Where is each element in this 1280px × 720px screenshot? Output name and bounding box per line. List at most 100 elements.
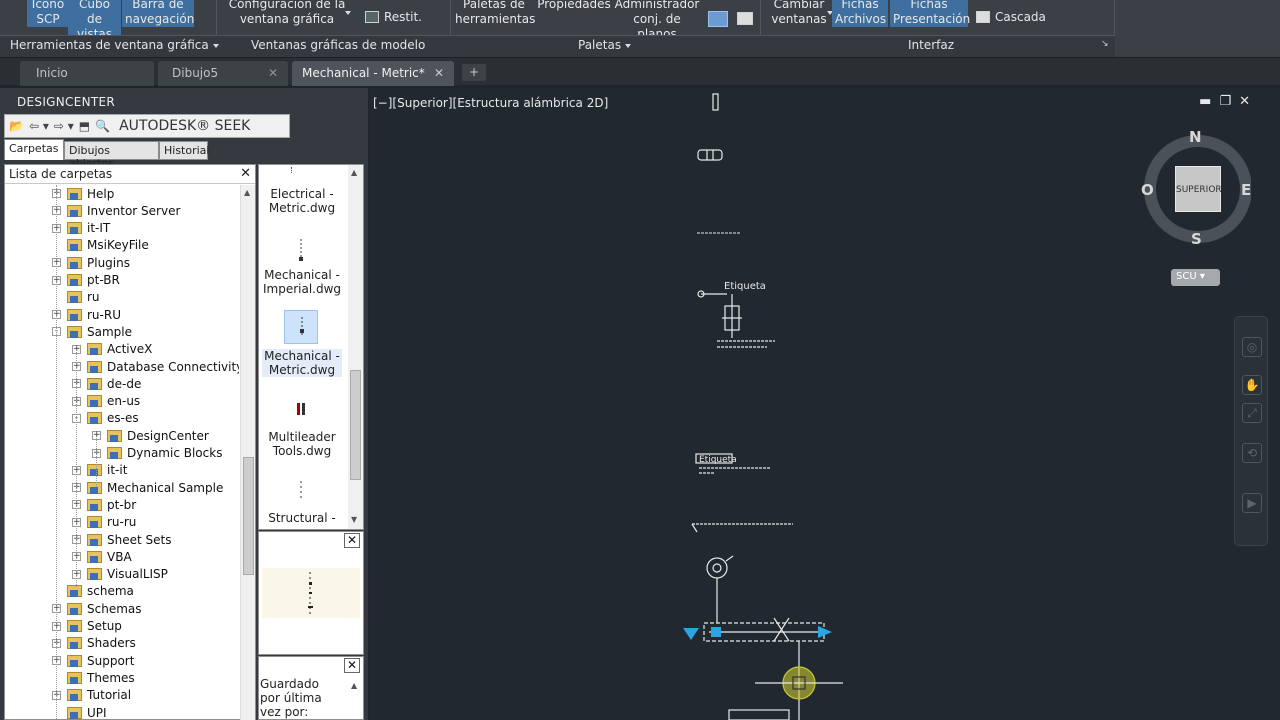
close-icon[interactable]: ✕ [268,66,278,80]
file-item[interactable]: Multileader Tools.dwg [262,430,342,458]
tree-item[interactable]: + it-IT [52,220,110,237]
orbit-icon[interactable]: ⟲ [1242,443,1262,463]
file-thumb-icon[interactable] [284,310,318,344]
navbar-button[interactable]: Barra de navegación [122,0,194,27]
up-folder-icon[interactable]: ⬒ [79,119,90,133]
file-tab-dibujo5[interactable]: Dibujo5 ✕ [158,61,288,86]
tree-item[interactable]: Themes [52,669,135,686]
tree-item[interactable]: + Mechanical Sample [72,479,223,496]
file-thumb-icon[interactable] [284,395,318,429]
zoom-icon[interactable]: ⤢ [1242,403,1262,423]
tree-item[interactable]: + Schemas [52,600,142,617]
tree-item[interactable]: + ActiveX [72,341,152,358]
tool-palettes-button[interactable]: Paletas de herramientas [455,0,535,27]
tree-item[interactable]: + Plugins [52,254,130,271]
tree-item[interactable]: + Tutorial [52,687,131,704]
cascade-button[interactable]: Cascada [976,10,1046,24]
grid-palette-icon[interactable] [708,11,728,27]
compass-east[interactable]: E [1241,181,1251,199]
file-tab-inicio[interactable]: Inicio [20,61,154,86]
viewport-config-caret[interactable] [345,11,351,15]
file-thumb-icon[interactable] [284,475,318,509]
tab-folders[interactable]: Carpetas [4,139,64,160]
close-icon[interactable]: ✕ [434,66,444,80]
tree-item[interactable]: MsiKeyFile [52,237,149,254]
tree-item[interactable]: + Inventor Server [52,202,180,219]
close-icon[interactable]: ✕ [344,658,360,673]
close-icon[interactable]: ✕ [344,533,360,548]
layout-tabs-button[interactable]: Fichas Presentación [890,0,970,27]
properties-button[interactable]: Propiedades [536,0,612,12]
content-pane: Electrical - Metric.dwg Mechanical - Imp… [258,164,364,530]
tree-item[interactable]: + de-de [72,375,141,392]
pan-icon[interactable]: ✋ [1242,375,1262,395]
steering-wheel-icon[interactable]: ◎ [1242,337,1262,357]
tree-item[interactable]: + Database Connectivity [72,358,239,375]
viewcube-face-top[interactable]: SUPERIOR [1175,166,1222,212]
folder-scrollbar[interactable]: ▲ [240,185,255,720]
viewcube[interactable]: N S E O SUPERIOR [1141,128,1251,248]
load-folder-icon[interactable]: 📂 [9,119,24,133]
restore-button[interactable]: Restit. [365,10,422,24]
panel-title-palettes[interactable]: Paletas [578,38,632,52]
tree-item[interactable]: schema [52,583,134,600]
tree-item[interactable]: + VBA [72,548,132,565]
scroll-up-arrow[interactable]: ▲ [351,681,357,690]
tree-item-label: Dynamic Blocks [127,446,223,460]
tree-item[interactable]: + Shaders [52,635,136,652]
file-item-selected[interactable]: Mechanical - Metric.dwg [262,349,342,377]
new-tab-button[interactable]: + [462,64,486,81]
autodesk-seek-link[interactable]: AUTODESK® SEEK [119,118,250,134]
back-icon[interactable]: ⇦ ▾ [29,119,49,133]
tab-open-drawings[interactable]: Dibujos abiertos [64,141,159,170]
file-item[interactable]: Mechanical - Imperial.dwg [262,268,342,296]
forward-icon[interactable]: ⇨ ▾ [54,119,74,133]
tree-item[interactable]: + DesignCenter [92,427,209,444]
tree-item-label: ru-RU [87,307,121,322]
tree-item[interactable]: + Setup [52,618,122,635]
tree-item[interactable]: + Sheet Sets [72,531,171,548]
file-item[interactable]: Structural - [262,511,342,525]
compass-west[interactable]: O [1141,181,1154,199]
tree-item[interactable]: + en-us [72,393,140,410]
viewport-config-button[interactable]: Configuración de la ventana gráfica [226,0,348,27]
file-tabs-button[interactable]: Fichas Archivos [832,0,888,27]
tab-history[interactable]: Historial [159,141,209,160]
tree-item[interactable]: + pt-BR [52,272,120,289]
folder-icon [67,256,82,269]
showmotion-icon[interactable]: ▶ [1242,493,1262,513]
tree-item[interactable]: + Support [52,652,134,669]
tree-item[interactable]: - Sample [52,323,132,340]
tree-item[interactable]: + ru-ru [72,514,136,531]
drawing-viewport[interactable]: [−][Superior][Estructura alámbrica 2D] ▬… [369,88,1280,720]
file-item[interactable]: Electrical - Metric.dwg [262,187,342,215]
tree-item[interactable]: + VisualLISP [72,566,168,583]
file-tab-mechanical-metric[interactable]: Mechanical - Metric* ✕ [292,61,454,86]
tree-item[interactable]: UPI [52,704,107,720]
panel-title-viewport-tools[interactable]: Herramientas de ventana gráfica [10,38,219,52]
toolbox-icon[interactable] [737,12,753,25]
scroll-down-arrow[interactable]: ▼ [351,515,357,524]
switch-windows-button[interactable]: Cambiar ventanas [770,0,828,27]
scrollbar-thumb[interactable] [350,370,361,480]
compass-south[interactable]: S [1191,230,1202,248]
tree-item[interactable]: ru [52,289,100,306]
close-icon[interactable]: ✕ [240,166,251,181]
tree-item[interactable]: + pt-br [72,496,136,513]
tree-item[interactable]: - es-es [72,410,139,427]
content-scrollbar[interactable]: ▲ ▼ [348,165,363,529]
ucs-menu[interactable]: SCU ▾ [1171,269,1220,286]
tree-item[interactable]: + Dynamic Blocks [92,445,222,462]
folder-icon [67,308,82,321]
tree-item[interactable]: + ru-RU [52,306,121,323]
scrollbar-thumb[interactable] [243,457,254,575]
tree-item[interactable]: + it-it [72,462,127,479]
search-icon[interactable]: 🔍 [95,119,110,133]
file-thumb-icon[interactable] [284,233,318,267]
ucs-icon-button[interactable]: Icono SCP [27,0,69,27]
tree-item[interactable]: + Help [52,185,114,202]
dialog-launcher-icon[interactable]: ↘ [1101,39,1109,49]
compass-north[interactable]: N [1189,128,1202,146]
scroll-up-arrow[interactable]: ▲ [244,188,250,197]
scroll-up-arrow[interactable]: ▲ [351,168,357,177]
